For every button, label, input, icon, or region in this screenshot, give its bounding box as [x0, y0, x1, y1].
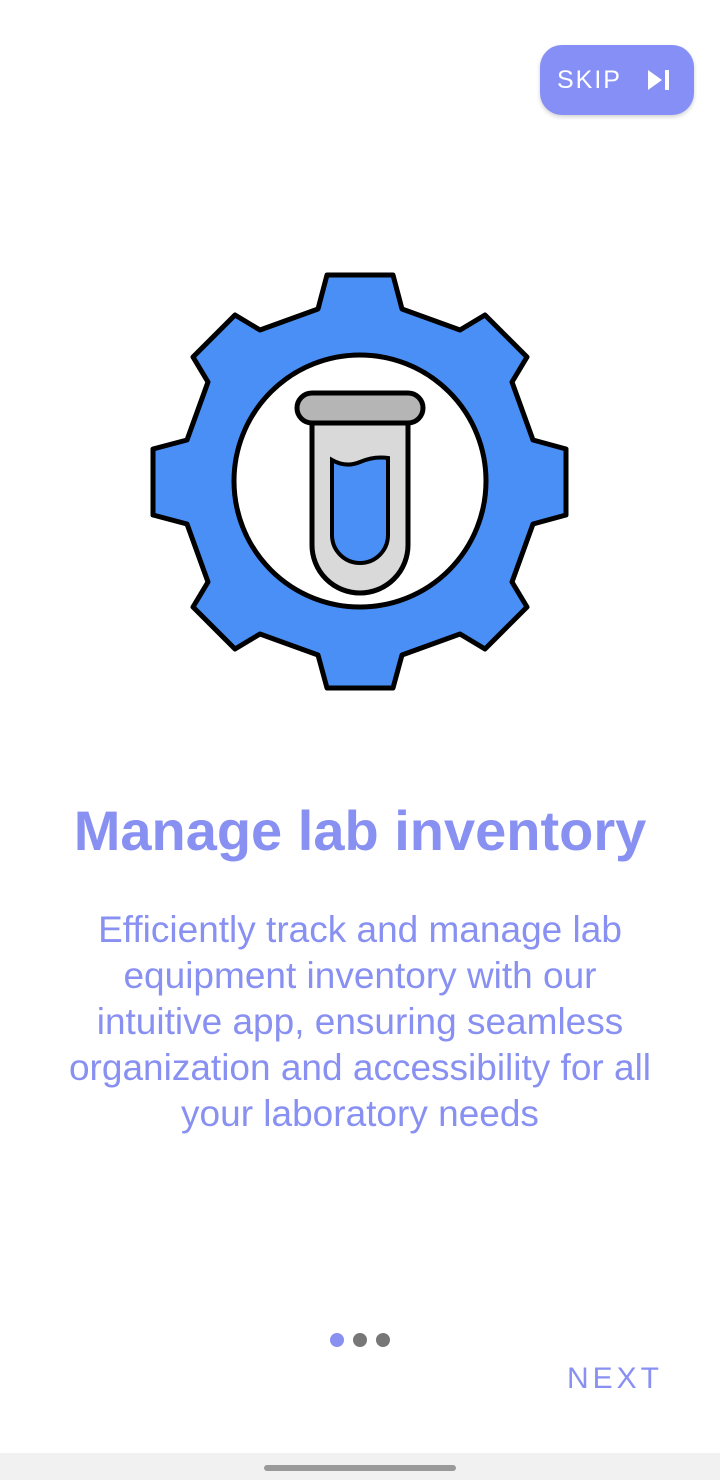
home-indicator[interactable]: [264, 1465, 456, 1471]
skip-button[interactable]: SKIP: [540, 45, 694, 115]
page-indicator: [330, 1333, 390, 1347]
page-indicator-dot-1: [330, 1333, 344, 1347]
page-indicator-dot-3: [376, 1333, 390, 1347]
page-indicator-dot-2: [353, 1333, 367, 1347]
system-navigation-bar: [0, 1453, 720, 1480]
page-description: Efficiently track and manage lab equipme…: [68, 909, 652, 1134]
skip-next-icon: [648, 70, 669, 90]
gear-test-tube-icon: [150, 272, 569, 691]
skip-label: SKIP: [557, 65, 622, 94]
test-tube-icon: [294, 390, 426, 596]
onboarding-screen: SKIP Manage lab inventory Efficiently tr…: [0, 0, 720, 1480]
page-title: Manage lab inventory: [73, 799, 647, 862]
next-button[interactable]: NEXT: [560, 1357, 670, 1401]
